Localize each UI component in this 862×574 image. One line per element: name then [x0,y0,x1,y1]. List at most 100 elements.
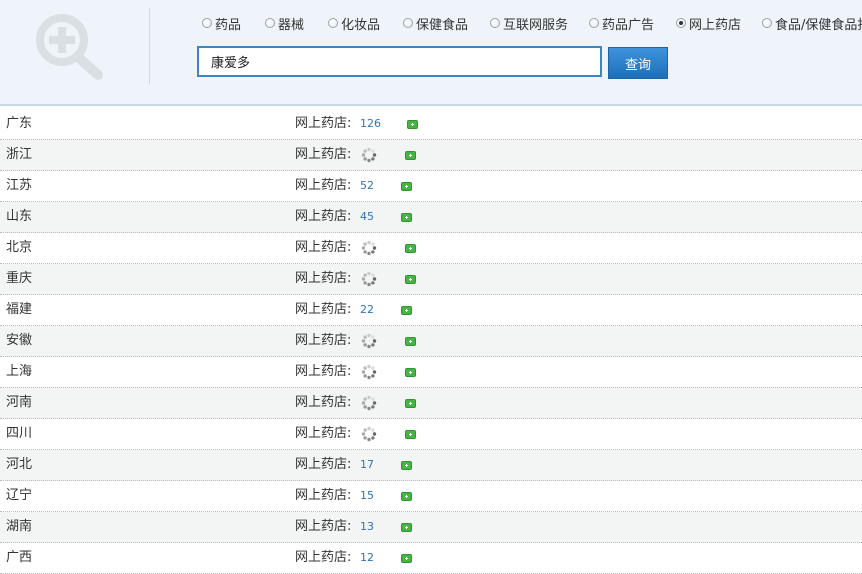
table-row: 河北 网上药店: 17 [0,450,862,481]
category-radio-5[interactable]: 药品广告 [589,13,654,33]
radio-unchecked-icon[interactable] [265,18,275,28]
province-name: 上海 [6,364,33,379]
province-name: 四川 [6,426,33,441]
radio-unchecked-icon[interactable] [589,18,599,28]
province-name: 北京 [6,240,33,255]
expand-plus-icon[interactable] [405,399,416,408]
expand-plus-icon[interactable] [401,182,412,191]
shop-label: 网上药店: [295,457,352,472]
shop-count-link[interactable]: 15 [360,481,374,511]
expand-plus-icon[interactable] [405,151,416,160]
shop-label: 网上药店: [295,209,352,224]
shop-label: 网上药店: [295,271,352,286]
table-row: 湖南 网上药店: 13 [0,512,862,543]
table-row: 河南 网上药店: [0,388,862,419]
radio-unchecked-icon[interactable] [762,18,772,28]
province-name: 江苏 [6,178,33,193]
table-row: 北京 网上药店: [0,233,862,264]
category-label: 器械 [278,17,305,33]
category-label: 网上药店 [689,17,742,33]
expand-plus-icon[interactable] [405,244,416,253]
table-row: 重庆 网上药店: [0,264,862,295]
expand-plus-icon[interactable] [405,430,416,439]
province-name: 河北 [6,457,33,472]
expand-plus-icon[interactable] [401,492,412,501]
shop-count-link[interactable]: 45 [360,202,374,232]
shop-label: 网上药店: [295,333,352,348]
province-name: 山东 [6,209,33,224]
radio-unchecked-icon[interactable] [328,18,338,28]
category-label: 互联网服务 [503,17,569,33]
expand-plus-icon[interactable] [401,213,412,222]
province-name: 广东 [6,116,33,131]
province-name: 福建 [6,302,33,317]
table-row: 上海 网上药店: [0,357,862,388]
search-input[interactable] [197,46,602,77]
expand-plus-icon[interactable] [401,306,412,315]
radio-checked-icon[interactable] [676,18,686,28]
province-name: 河南 [6,395,33,410]
shop-label: 网上药店: [295,488,352,503]
loading-spinner-icon [361,395,377,411]
expand-plus-icon[interactable] [407,120,418,129]
radio-unchecked-icon[interactable] [490,18,500,28]
radio-unchecked-icon[interactable] [403,18,413,28]
category-label: 化妆品 [341,17,381,33]
table-row: 安徽 网上药店: [0,326,862,357]
expand-plus-icon[interactable] [401,554,412,563]
loading-spinner-icon [361,240,377,256]
category-radio-7[interactable]: 食品/保健食品批 [762,13,862,33]
loading-spinner-icon [361,271,377,287]
search-header: 药品 器械 化妆品 保健食品 互联网服务 药品广告 网上药店 食品/保健食品批 查询 [0,0,862,106]
province-name: 浙江 [6,147,33,162]
shop-label: 网上药店: [295,116,352,131]
province-name: 安徽 [6,333,33,348]
radio-unchecked-icon[interactable] [202,18,212,28]
shop-label: 网上药店: [295,364,352,379]
shop-label: 网上药店: [295,550,352,565]
shop-count-link[interactable]: 17 [360,450,374,480]
category-radio-6[interactable]: 网上药店 [676,13,741,33]
category-label: 保健食品 [416,17,469,33]
shop-count-link[interactable]: 52 [360,171,374,201]
table-row: 四川 网上药店: [0,419,862,450]
loading-spinner-icon [361,147,377,163]
shop-label: 网上药店: [295,178,352,193]
category-radio-3[interactable]: 保健食品 [403,13,468,33]
shop-count-link[interactable]: 12 [360,543,374,573]
category-label: 药品广告 [602,17,655,33]
table-row: 浙江 网上药店: [0,140,862,171]
category-radio-group: 药品 器械 化妆品 保健食品 互联网服务 药品广告 网上药店 食品/保健食品批 [202,13,862,33]
province-name: 重庆 [6,271,33,286]
table-row: 辽宁 网上药店: 15 [0,481,862,512]
shop-label: 网上药店: [295,426,352,441]
results-list: 广东 网上药店: 126 浙江 网上药店: 江苏 网上药店: 52 山东 网上药店: 45 北京 网上药… [0,109,862,574]
expand-plus-icon[interactable] [405,368,416,377]
search-button[interactable]: 查询 [608,47,668,79]
shop-label: 网上药店: [295,395,352,410]
loading-spinner-icon [361,364,377,380]
category-label: 药品 [215,17,242,33]
province-name: 辽宁 [6,488,33,503]
shop-label: 网上药店: [295,147,352,162]
shop-count-link[interactable]: 126 [360,109,381,139]
category-radio-1[interactable]: 器械 [265,13,304,33]
expand-plus-icon[interactable] [405,337,416,346]
expand-plus-icon[interactable] [401,461,412,470]
category-radio-0[interactable]: 药品 [202,13,241,33]
expand-plus-icon[interactable] [405,275,416,284]
shop-label: 网上药店: [295,240,352,255]
shop-count-link[interactable]: 22 [360,295,374,325]
province-name: 湖南 [6,519,33,534]
loading-spinner-icon [361,333,377,349]
category-label: 食品/保健食品批 [775,17,862,33]
table-row: 广东 网上药店: 126 [0,109,862,140]
magnifier-plus-icon [36,14,103,80]
table-row: 广西 网上药店: 12 [0,543,862,574]
expand-plus-icon[interactable] [401,523,412,532]
header-divider [149,8,150,84]
category-radio-2[interactable]: 化妆品 [328,13,380,33]
table-row: 江苏 网上药店: 52 [0,171,862,202]
category-radio-4[interactable]: 互联网服务 [490,13,568,33]
shop-count-link[interactable]: 13 [360,512,374,542]
